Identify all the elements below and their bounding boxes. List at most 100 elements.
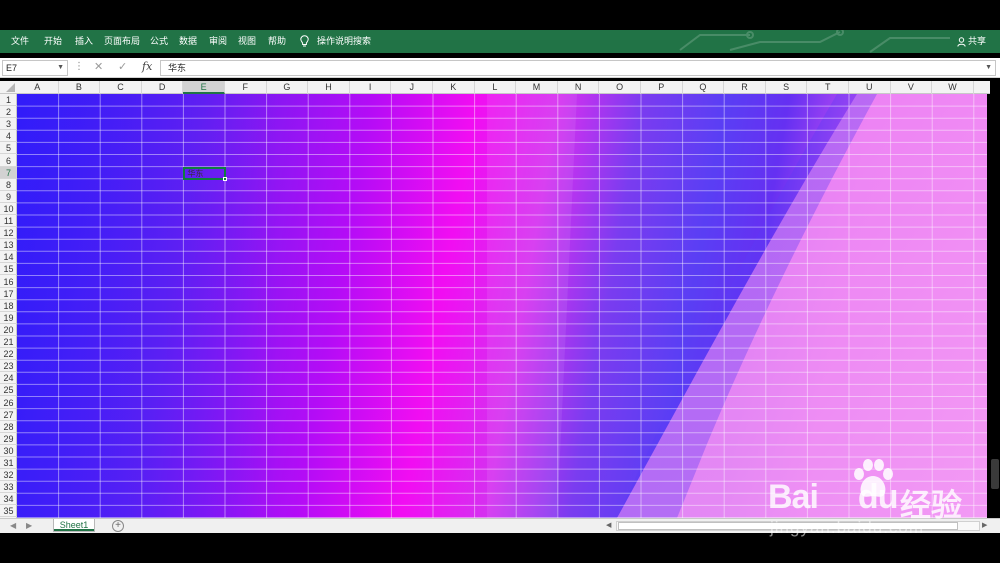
tab-home[interactable]: 开始	[44, 30, 62, 53]
row-header-7[interactable]: 7	[0, 166, 17, 179]
row-header-15[interactable]: 15	[0, 263, 17, 276]
column-header-l[interactable]: L	[475, 81, 517, 94]
column-header-q[interactable]: Q	[683, 81, 725, 94]
prev-sheet-icon[interactable]: ◀	[10, 519, 16, 533]
column-header-o[interactable]: O	[599, 81, 641, 94]
row-header-14[interactable]: 14	[0, 251, 17, 264]
row-header-22[interactable]: 22	[0, 348, 17, 361]
row-header-28[interactable]: 28	[0, 421, 17, 433]
select-all-button[interactable]	[0, 81, 17, 94]
column-header-p[interactable]: P	[641, 81, 683, 94]
baidu-jingyan-watermark: Bai du 经验 jingyan.baidu.com	[768, 458, 988, 538]
active-cell[interactable]: 华东	[183, 166, 227, 181]
row-header-1[interactable]: 1	[0, 94, 17, 106]
row-header-25[interactable]: 25	[0, 384, 17, 397]
row-header-17[interactable]: 17	[0, 288, 17, 300]
column-header-f[interactable]: F	[225, 81, 267, 94]
row-header-18[interactable]: 18	[0, 300, 17, 312]
row-header-10[interactable]: 10	[0, 203, 17, 215]
share-label: 共享	[967, 36, 986, 46]
tab-page-layout[interactable]: 页面布局	[104, 30, 140, 53]
row-header-20[interactable]: 20	[0, 324, 17, 336]
formula-text: 华东	[168, 63, 187, 73]
tab-formulas[interactable]: 公式	[150, 30, 168, 53]
tab-review[interactable]: 审阅	[209, 30, 227, 53]
column-header-m[interactable]: M	[516, 81, 558, 94]
next-sheet-icon[interactable]: ▶	[26, 519, 32, 533]
row-header-34[interactable]: 34	[0, 493, 17, 506]
row-header-16[interactable]: 16	[0, 276, 17, 288]
column-header-u[interactable]: U	[849, 81, 891, 94]
row-header-35[interactable]: 35	[0, 505, 17, 518]
name-box-value: E7	[6, 63, 18, 73]
watermark-brand: Bai du	[768, 478, 898, 516]
sheet-tab-sheet1[interactable]: Sheet1	[53, 519, 95, 532]
active-cell-value: 华东	[187, 168, 204, 178]
row-header-32[interactable]: 32	[0, 469, 17, 482]
scroll-left-icon[interactable]: ◀	[606, 521, 611, 531]
column-header-e[interactable]: E	[183, 81, 225, 94]
tab-insert[interactable]: 插入	[75, 30, 93, 53]
ribbon-pattern	[679, 30, 950, 53]
cell-gridlines	[17, 94, 987, 518]
row-header-29[interactable]: 29	[0, 433, 17, 445]
lightbulb-icon	[300, 35, 309, 47]
column-header-k[interactable]: K	[433, 81, 475, 94]
row-header-31[interactable]: 31	[0, 457, 17, 469]
row-header-30[interactable]: 30	[0, 445, 17, 457]
row-header-9[interactable]: 9	[0, 191, 17, 203]
row-header-23[interactable]: 23	[0, 360, 17, 373]
column-header-h[interactable]: H	[308, 81, 350, 94]
row-header-3[interactable]: 3	[0, 118, 17, 131]
row-header-21[interactable]: 21	[0, 336, 17, 348]
column-header-g[interactable]: G	[267, 81, 309, 94]
column-header-s[interactable]: S	[766, 81, 808, 94]
tab-file[interactable]: 文件	[11, 30, 29, 53]
column-header-w[interactable]: W	[932, 81, 974, 94]
column-header-i[interactable]: I	[350, 81, 392, 94]
row-header-27[interactable]: 27	[0, 409, 17, 421]
row-header-26[interactable]: 26	[0, 397, 17, 409]
column-header-v[interactable]: V	[891, 81, 933, 94]
row-header-5[interactable]: 5	[0, 142, 17, 155]
scrollbar-thumb[interactable]	[991, 459, 999, 489]
tab-help[interactable]: 帮助	[268, 30, 286, 53]
cancel-icon[interactable]: ✕	[94, 60, 103, 73]
column-header-n[interactable]: N	[558, 81, 600, 94]
column-header-b[interactable]: B	[59, 81, 101, 94]
expand-formula-icon[interactable]: ▼	[985, 61, 992, 75]
name-box[interactable]: E7 ▼	[2, 60, 68, 76]
column-header-c[interactable]: C	[100, 81, 142, 94]
tab-view[interactable]: 视图	[238, 30, 256, 53]
row-header-4[interactable]: 4	[0, 130, 17, 143]
column-headers: ABCDEFGHIJKLMNOPQRSTUVW	[0, 81, 990, 94]
vertical-scrollbar[interactable]	[990, 94, 1000, 518]
row-header-11[interactable]: 11	[0, 215, 17, 227]
column-header-t[interactable]: T	[807, 81, 849, 94]
row-header-12[interactable]: 12	[0, 227, 17, 240]
insert-function-button[interactable]: fx	[142, 60, 152, 73]
row-headers: 1 2 3 4 5 6 7 8 9 10 11 12 13 14 15 16 17 18 19 20 21 22 23 24 2…	[0, 94, 17, 518]
worksheet-grid[interactable]: ABCDEFGHIJKLMNOPQRSTUVW 1 2 3 4 5 6 7 8 9 10 11 12 1…	[0, 81, 1000, 518]
column-header-r[interactable]: R	[724, 81, 766, 94]
row-header-2[interactable]: 2	[0, 106, 17, 119]
column-header-d[interactable]: D	[142, 81, 184, 94]
column-header-a[interactable]: A	[17, 81, 59, 94]
watermark-url: jingyan.baidu.com	[770, 518, 925, 537]
add-sheet-button[interactable]: +	[112, 520, 124, 532]
formula-input[interactable]: 华东 ▼	[160, 60, 996, 76]
fill-handle[interactable]	[222, 176, 227, 181]
tab-data[interactable]: 数据	[179, 30, 197, 53]
row-header-6[interactable]: 6	[0, 155, 17, 167]
row-header-24[interactable]: 24	[0, 372, 17, 385]
column-header-j[interactable]: J	[391, 81, 433, 94]
more-icon[interactable]: ⋮	[74, 61, 84, 72]
row-header-8[interactable]: 8	[0, 179, 17, 191]
check-icon[interactable]: ✓	[118, 60, 127, 73]
row-header-13[interactable]: 13	[0, 239, 17, 252]
tell-me-search[interactable]: 操作说明搜索	[317, 30, 371, 53]
chevron-down-icon[interactable]: ▼	[57, 61, 64, 75]
formula-bar: E7 ▼ ⋮ ✕ ✓ fx 华东 ▼	[0, 58, 1000, 78]
row-header-33[interactable]: 33	[0, 481, 17, 494]
row-header-19[interactable]: 19	[0, 312, 17, 324]
